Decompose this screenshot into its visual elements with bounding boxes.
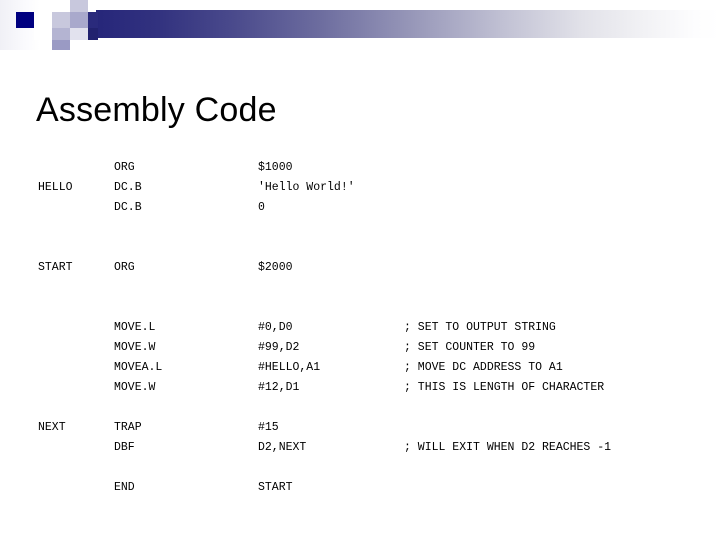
code-mnemonic: DBF xyxy=(114,441,135,454)
code-label: NEXT xyxy=(38,421,66,434)
header-decoration xyxy=(0,0,720,50)
square-navy-strip xyxy=(88,28,98,40)
code-line: DC.B 0 xyxy=(0,198,720,218)
code-mnemonic: MOVEA.L xyxy=(114,361,163,374)
code-comment: ; WILL EXIT WHEN D2 REACHES -1 xyxy=(404,441,612,454)
code-line: MOVE.W #99,D2 ; SET COUNTER TO 99 xyxy=(0,338,720,358)
square-mid-lower xyxy=(52,28,70,40)
code-operand: #0,D0 xyxy=(258,321,293,334)
code-comment: ; SET TO OUTPUT STRING xyxy=(404,321,556,334)
code-line: MOVE.L #0,D0 ; SET TO OUTPUT STRING xyxy=(0,318,720,338)
code-operand: 0 xyxy=(258,201,265,214)
page-title: Assembly Code xyxy=(36,90,277,129)
code-comment: ; SET COUNTER TO 99 xyxy=(404,341,536,354)
code-label: HELLO xyxy=(38,181,73,194)
code-operand: #HELLO,A1 xyxy=(258,361,321,374)
code-comment: ; THIS IS LENGTH OF CHARACTER xyxy=(404,381,605,394)
square-dark-navy xyxy=(16,12,34,28)
code-operand: $2000 xyxy=(258,261,293,274)
square-light-top xyxy=(52,0,70,12)
square-mid-upper xyxy=(52,12,70,28)
code-operand: START xyxy=(258,481,293,494)
code-line: DBF D2,NEXT ; WILL EXIT WHEN D2 REACHES -1 xyxy=(0,438,720,458)
code-operand: 'Hello World!' xyxy=(258,181,355,194)
code-line: NEXT TRAP #15 xyxy=(0,418,720,438)
code-operand: D2,NEXT xyxy=(258,441,307,454)
code-line: MOVEA.L #HELLO,A1 ; MOVE DC ADDRESS TO A1 xyxy=(0,358,720,378)
square-pale-lower xyxy=(70,28,88,40)
code-label: START xyxy=(38,261,73,274)
code-line: START ORG $2000 xyxy=(0,258,720,278)
code-mnemonic: TRAP xyxy=(114,421,142,434)
code-mnemonic: MOVE.W xyxy=(114,341,156,354)
code-mnemonic: DC.B xyxy=(114,201,142,214)
header-gradient-bar xyxy=(96,10,720,38)
square-base-lower xyxy=(34,28,52,40)
square-mid-right xyxy=(70,12,88,28)
code-operand: #99,D2 xyxy=(258,341,300,354)
code-operand: #15 xyxy=(258,421,279,434)
code-line: ORG $1000 xyxy=(0,158,720,178)
code-mnemonic: DC.B xyxy=(114,181,142,194)
assembly-code-listing: ORG $1000 HELLO DC.B 'Hello World!' DC.B 0 STAR… xyxy=(0,158,720,498)
code-line: MOVE.W #12,D1 ; THIS IS LENGTH OF CHARACTE… xyxy=(0,378,720,398)
square-pale-upper xyxy=(70,0,88,12)
code-mnemonic: ORG xyxy=(114,261,135,274)
code-comment: ; MOVE DC ADDRESS TO A1 xyxy=(404,361,563,374)
square-bottom-mid xyxy=(52,40,70,50)
code-line: HELLO DC.B 'Hello World!' xyxy=(0,178,720,198)
code-operand: $1000 xyxy=(258,161,293,174)
code-mnemonic: MOVE.W xyxy=(114,381,156,394)
code-operand: #12,D1 xyxy=(258,381,300,394)
code-mnemonic: ORG xyxy=(114,161,135,174)
code-line: END START xyxy=(0,478,720,498)
code-mnemonic: MOVE.L xyxy=(114,321,156,334)
square-navy-right xyxy=(88,12,98,28)
code-mnemonic: END xyxy=(114,481,135,494)
